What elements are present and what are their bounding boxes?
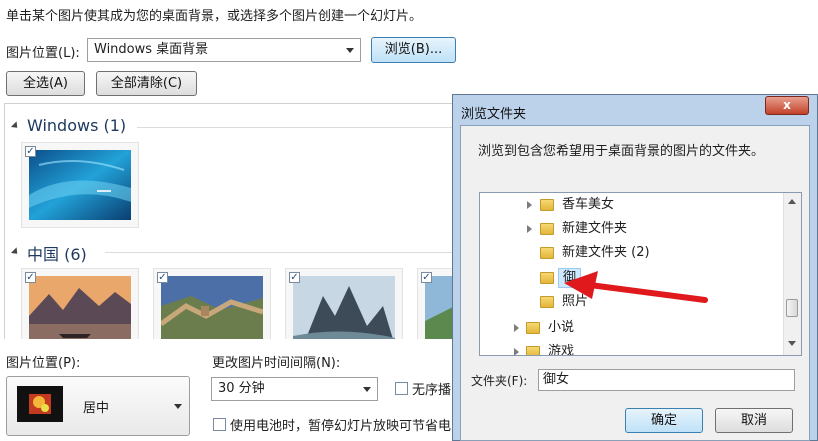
chevron-down-icon [363, 387, 371, 392]
collapse-icon[interactable] [10, 121, 21, 131]
folder-field[interactable]: 御女 [538, 369, 795, 391]
dialog-title: 浏览文件夹 [461, 107, 527, 122]
group-title-china: 中国 (6) [27, 245, 87, 264]
thumbnail-china-3[interactable]: ✓ [285, 268, 403, 339]
tree-item-1[interactable]: 新建文件夹 [480, 219, 780, 239]
battery-label: 使用电池时，暂停幻灯片放映可节省电 [230, 419, 452, 434]
thumbnail-windows[interactable]: ✓ [21, 142, 139, 228]
expand-icon[interactable] [514, 348, 519, 355]
tree-item-label: 新建文件夹 [562, 221, 628, 236]
scroll-down-icon[interactable] [788, 341, 796, 346]
landscape-image [29, 276, 131, 339]
great-wall-image [161, 276, 263, 339]
close-icon: x [783, 98, 791, 112]
thumbnail-checkbox[interactable]: ✓ [289, 272, 300, 283]
position-preview-icon [17, 386, 63, 422]
tree-item-6[interactable]: 游戏 [480, 342, 780, 356]
folder-icon [526, 346, 540, 355]
tree-item-label: 新建文件夹 (2) [562, 245, 650, 260]
interval-label: 更改图片时间间隔(N): [212, 356, 341, 371]
thumbnail-checkbox[interactable]: ✓ [157, 272, 168, 283]
expand-icon[interactable] [514, 324, 519, 332]
tree-item-label: 小说 [548, 320, 575, 335]
folder-icon [540, 272, 554, 284]
folder-field-label: 文件夹(F): [471, 374, 528, 388]
shuffle-label: 无序播 [412, 383, 452, 398]
folder-icon [526, 322, 540, 334]
close-button[interactable]: x [765, 96, 809, 115]
cancel-button[interactable]: 取消 [715, 408, 793, 433]
windows-wallpaper-image [29, 150, 131, 220]
tree-scrollbar[interactable] [783, 193, 801, 355]
chevron-down-icon [174, 404, 182, 409]
folder-icon [540, 247, 554, 259]
dialog-prompt: 浏览到包含您希望用于桌面背景的图片的文件夹。 [478, 144, 765, 159]
expand-icon[interactable] [527, 225, 532, 233]
scroll-up-icon[interactable] [788, 199, 796, 204]
folder-icon [540, 296, 554, 308]
picture-location-label: 图片位置(L): [6, 46, 80, 61]
browse-button[interactable]: 浏览(B)... [371, 37, 456, 63]
shuffle-checkbox[interactable] [395, 382, 408, 395]
group-title-windows: Windows (1) [27, 116, 127, 135]
battery-checkbox[interactable] [213, 418, 226, 431]
tree-item-label: 香车美女 [562, 197, 615, 212]
thumbnail-checkbox[interactable]: ✓ [421, 272, 432, 283]
group-divider [105, 252, 456, 253]
select-all-button[interactable]: 全选(A) [6, 71, 85, 96]
instruction-text: 单击某个图片使其成为您的桌面背景，或选择多个图片创建一个幻灯片。 [6, 9, 423, 24]
thumbnail-china-1[interactable]: ✓ [21, 268, 139, 339]
position-select[interactable]: 居中 [6, 376, 190, 436]
clear-all-button[interactable]: 全部清除(C) [96, 71, 197, 96]
thumbnail-china-2[interactable]: ✓ [153, 268, 271, 339]
position-label: 图片位置(P): [6, 356, 81, 371]
thumbnail-checkbox[interactable]: ✓ [25, 146, 36, 157]
position-value: 居中 [83, 401, 110, 416]
folder-field-value: 御女 [543, 372, 570, 387]
folder-icon [540, 199, 554, 211]
thumbnail-checkbox[interactable]: ✓ [25, 272, 36, 283]
chevron-down-icon [346, 48, 354, 53]
tree-item-5[interactable]: 小说 [480, 318, 780, 338]
ok-button[interactable]: 确定 [625, 408, 703, 433]
interval-select[interactable]: 30 分钟 [211, 377, 378, 401]
picture-location-value: Windows 桌面背景 [94, 42, 209, 57]
interval-value: 30 分钟 [218, 381, 265, 396]
scroll-thumb[interactable] [786, 299, 798, 317]
collapse-icon[interactable] [10, 247, 21, 257]
mountain-image [293, 276, 395, 339]
annotation-arrow-icon [564, 271, 708, 303]
expand-icon[interactable] [527, 201, 532, 209]
tree-item-label: 游戏 [548, 344, 575, 356]
group-divider [137, 127, 456, 128]
picture-location-select[interactable]: Windows 桌面背景 [87, 38, 361, 62]
folder-icon [540, 223, 554, 235]
tree-item-2[interactable]: 新建文件夹 (2) [480, 243, 780, 263]
picture-list[interactable]: Windows (1) ✓ 中国 (6) ✓ ✓ ✓ ✓ [4, 103, 456, 339]
thumbnail-china-4[interactable]: ✓ [417, 268, 456, 339]
tree-item-0[interactable]: 香车美女 [480, 195, 780, 215]
